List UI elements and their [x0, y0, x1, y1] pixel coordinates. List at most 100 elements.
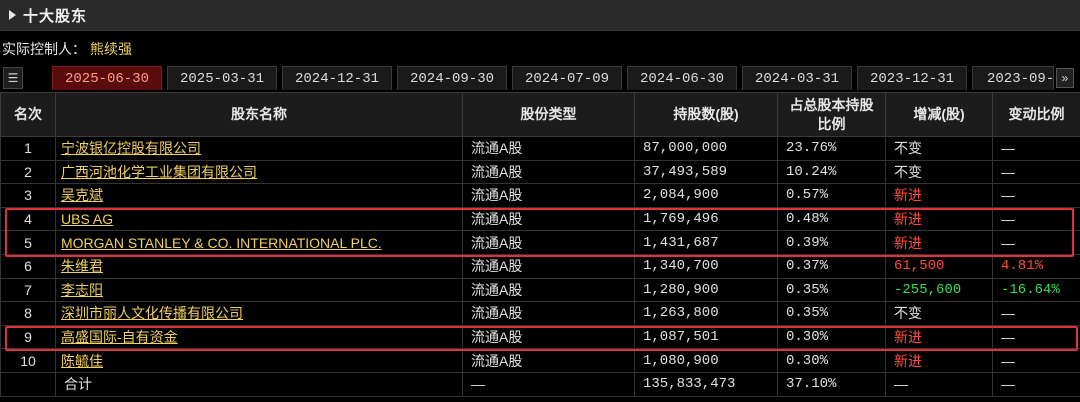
- tab-period-7[interactable]: 2023-12-31: [857, 66, 967, 90]
- cell-change-ratio: —: [992, 136, 1080, 161]
- cell-rank: 4: [0, 206, 56, 232]
- header-type[interactable]: 股份类型: [462, 92, 635, 137]
- cell-shareholder-name[interactable]: 吴克斌: [55, 183, 463, 208]
- cell-total-ratio: 37.10%: [777, 371, 886, 397]
- cell-rank: 8: [0, 301, 56, 326]
- cell-rank: 9: [0, 324, 56, 350]
- cell-shareholder-name[interactable]: UBS AG: [55, 206, 463, 232]
- cell-rank: 1: [0, 136, 56, 161]
- cell-ratio: 0.35%: [777, 277, 886, 303]
- cell-change: 61,500: [885, 253, 993, 279]
- panel-title: 十大股东: [23, 7, 88, 25]
- tab-period-0[interactable]: 2025-06-30: [52, 66, 162, 90]
- cell-change: 新进: [885, 183, 993, 208]
- cell-rank: 6: [0, 253, 56, 279]
- cell-total-shares: 135,833,473: [634, 371, 778, 397]
- cell-ratio: 0.39%: [777, 230, 886, 255]
- table-row[interactable]: 5 MORGAN STANLEY & CO. INTERNATIONAL PLC.…: [0, 230, 1080, 255]
- tab-period-8[interactable]: 2023-09-3: [972, 66, 1054, 90]
- cell-shareholder-name[interactable]: 高盛国际-自有资金: [55, 324, 463, 350]
- collapse-arrow-icon[interactable]: [9, 10, 16, 20]
- table-header-row: 名次 股东名称 股份类型 持股数(股) 占总股本持股 比例 增减(股) 变动比例: [0, 92, 1080, 137]
- cell-change: 新进: [885, 324, 993, 350]
- header-change-ratio[interactable]: 变动比例: [992, 92, 1080, 137]
- cell-shares: 1,280,900: [634, 277, 778, 303]
- cell-total-change-ratio: —: [992, 371, 1080, 397]
- cell-ratio: 23.76%: [777, 136, 886, 161]
- table-row[interactable]: 1 宁波银亿控股有限公司 流通A股 87,000,000 23.76% 不变 —: [0, 136, 1080, 161]
- cell-change-ratio: —: [992, 301, 1080, 326]
- cell-ratio: 0.30%: [777, 348, 886, 373]
- cell-change: -255,600: [885, 277, 993, 303]
- header-rank[interactable]: 名次: [0, 92, 56, 137]
- cell-share-type: 流通A股: [462, 159, 635, 185]
- cell-ratio: 0.37%: [777, 253, 886, 279]
- period-tabs: ☰ 2025-06-30 2025-03-31 2024-12-31 2024-…: [0, 66, 1080, 90]
- panel-title-bar[interactable]: 十大股东: [0, 0, 1080, 31]
- cell-share-type: 流通A股: [462, 324, 635, 350]
- cell-shareholder-name[interactable]: 陈毓佳: [55, 348, 463, 373]
- tab-period-6[interactable]: 2024-03-31: [742, 66, 852, 90]
- tab-period-2[interactable]: 2024-12-31: [282, 66, 392, 90]
- double-chevron-right-icon[interactable]: »: [1056, 68, 1074, 88]
- cell-shares: 1,080,900: [634, 348, 778, 373]
- cell-share-type: 流通A股: [462, 301, 635, 326]
- table-total-row: 合计 —135,833,473 37.10% — —: [0, 371, 1080, 397]
- cell-shareholder-name[interactable]: 广西河池化学工业集团有限公司: [55, 159, 463, 185]
- header-change[interactable]: 增减(股): [885, 92, 993, 137]
- cell-change-ratio: —: [992, 348, 1080, 373]
- cell-change-ratio: —: [992, 230, 1080, 255]
- cell-share-type: 流通A股: [462, 277, 635, 303]
- cell-shareholder-name[interactable]: 宁波银亿控股有限公司: [55, 136, 463, 161]
- cell-change: 新进: [885, 348, 993, 373]
- header-shares[interactable]: 持股数(股): [634, 92, 778, 137]
- cell-shareholder-name[interactable]: MORGAN STANLEY & CO. INTERNATIONAL PLC.: [55, 230, 463, 255]
- cell-ratio: 10.24%: [777, 159, 886, 185]
- actual-controller: 实际控制人： 熊续强: [2, 38, 132, 60]
- header-name[interactable]: 股东名称: [55, 92, 463, 137]
- cell-shares: 1,769,496: [634, 206, 778, 232]
- header-ratio[interactable]: 占总股本持股 比例: [777, 92, 886, 137]
- controller-label: 实际控制人：: [2, 41, 86, 57]
- table-row[interactable]: 4 UBS AG 流通A股 1,769,496 0.48% 新进 —: [0, 206, 1080, 232]
- cell-change-ratio: —: [992, 183, 1080, 208]
- table-row[interactable]: 6 朱维君 流通A股 1,340,700 0.37% 61,500 4.81%: [0, 253, 1080, 279]
- header-ratio-line1: 占总股本持股: [789, 96, 874, 113]
- cell-change: 新进: [885, 206, 993, 232]
- list-icon[interactable]: ☰: [3, 67, 23, 89]
- cell-ratio: 0.30%: [777, 324, 886, 350]
- cell-shares: 1,340,700: [634, 253, 778, 279]
- cell-total-rank: [0, 371, 56, 397]
- cell-total-change: —: [885, 371, 993, 397]
- cell-shareholder-name[interactable]: 深圳市丽人文化传播有限公司: [55, 301, 463, 326]
- table-row[interactable]: 2 广西河池化学工业集团有限公司 流通A股 37,493,589 10.24% 不变 —: [0, 159, 1080, 185]
- table-row[interactable]: 7 李志阳 流通A股 1,280,900 0.35% -255,600 -16.64%: [0, 277, 1080, 303]
- table-row[interactable]: 8 深圳市丽人文化传播有限公司 流通A股 1,263,800 0.35% 不变 —: [0, 301, 1080, 326]
- controller-name: 熊续强: [90, 41, 132, 57]
- cell-ratio: 0.35%: [777, 301, 886, 326]
- cell-shareholder-name[interactable]: 朱维君: [55, 253, 463, 279]
- cell-rank: 7: [0, 277, 56, 303]
- cell-change-ratio: 4.81%: [992, 253, 1080, 279]
- cell-shares: 37,493,589: [634, 159, 778, 185]
- top-shareholders-table: 名次 股东名称 股份类型 持股数(股) 占总股本持股 比例 增减(股) 变动比例…: [0, 92, 1080, 397]
- cell-share-type: 流通A股: [462, 230, 635, 255]
- tab-period-5[interactable]: 2024-06-30: [627, 66, 737, 90]
- table-row[interactable]: 10 陈毓佳 流通A股 1,080,900 0.30% 新进 —: [0, 348, 1080, 373]
- cell-share-type: 流通A股: [462, 206, 635, 232]
- tab-period-3[interactable]: 2024-09-30: [397, 66, 507, 90]
- cell-shareholder-name[interactable]: 李志阳: [55, 277, 463, 303]
- cell-shares: 1,087,501: [634, 324, 778, 350]
- table-row[interactable]: 9 高盛国际-自有资金 流通A股 1,087,501 0.30% 新进 —: [0, 324, 1080, 350]
- cell-total-type: —: [462, 371, 635, 397]
- cell-rank: 5: [0, 230, 56, 255]
- cell-total-label: 合计: [55, 371, 463, 397]
- cell-share-type: 流通A股: [462, 183, 635, 208]
- cell-change-ratio: —: [992, 324, 1080, 350]
- header-ratio-line2: 比例: [817, 115, 846, 132]
- tab-period-1[interactable]: 2025-03-31: [167, 66, 277, 90]
- tab-period-4[interactable]: 2024-07-09: [512, 66, 622, 90]
- table-row[interactable]: 3 吴克斌 流通A股 2,084,900 0.57% 新进 —: [0, 183, 1080, 208]
- cell-change: 新进: [885, 230, 993, 255]
- cell-change-ratio: -16.64%: [992, 277, 1080, 303]
